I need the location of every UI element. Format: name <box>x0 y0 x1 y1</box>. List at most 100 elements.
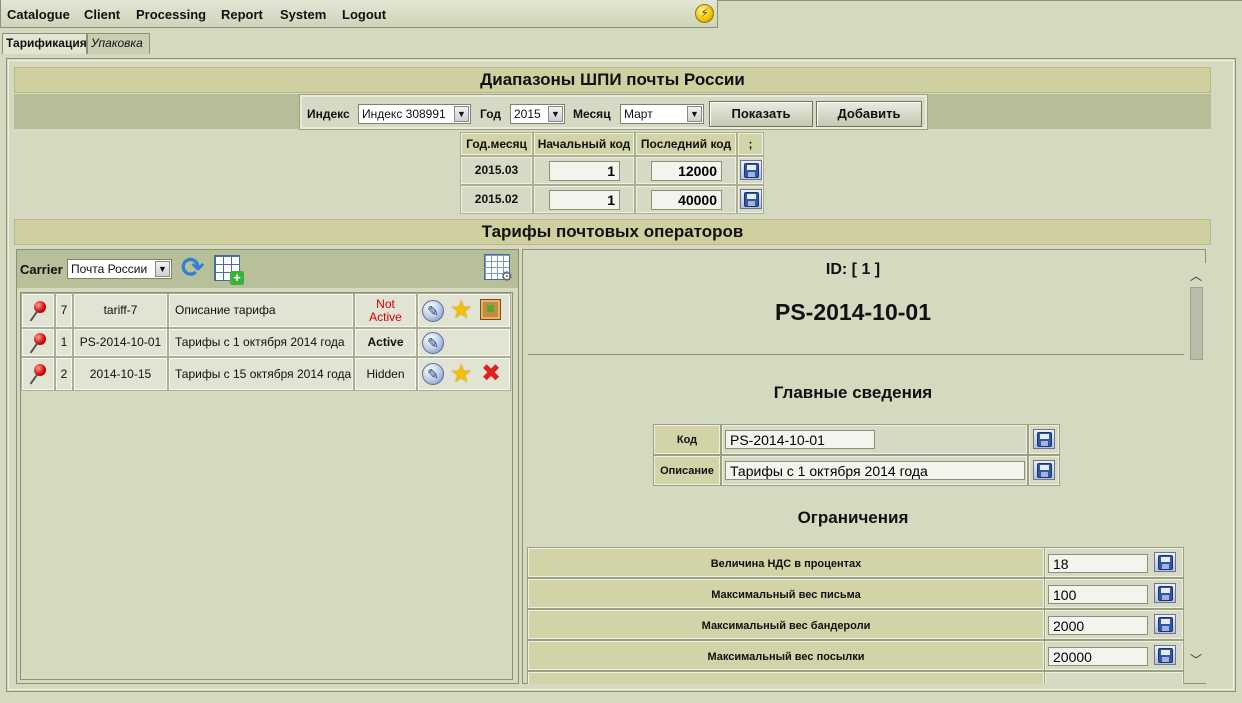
month-select[interactable]: Март ▼ <box>620 104 704 124</box>
year-select[interactable]: 2015 ▼ <box>510 104 565 124</box>
start-code-cell: 1 <box>533 156 635 185</box>
code-cell: tariff-7 <box>73 293 168 328</box>
lightning-icon[interactable]: ⚡ <box>695 4 714 23</box>
save-button[interactable] <box>1154 645 1176 665</box>
star-icon[interactable]: ★ <box>450 362 472 387</box>
period-cell: 2015.03 <box>460 156 533 185</box>
chevron-down-icon: ▼ <box>548 106 563 122</box>
tab-packaging[interactable]: Упаковка <box>87 33 150 54</box>
start-code-input[interactable]: 1 <box>549 190 620 210</box>
detail-scrollbar[interactable]: ︿ ﹀ <box>1187 263 1206 683</box>
column-header: Последний код <box>635 132 737 156</box>
chevron-down-icon: ▼ <box>454 106 469 122</box>
limit-input[interactable]: 18 <box>1048 554 1148 573</box>
start-code-input[interactable]: 1 <box>549 161 620 181</box>
limit-value-cell: 2000 <box>1044 609 1184 640</box>
carrier-label: Carrier <box>20 262 63 277</box>
add-button[interactable]: Добавить <box>816 101 922 127</box>
save-button[interactable] <box>740 160 762 180</box>
carrier-bar: Carrier Почта России ▼ ⟳ + ⚙ <box>17 250 518 288</box>
index-select[interactable]: Индекс 308991 ▼ <box>358 104 471 124</box>
limit-label: Максимальный вес бандероли <box>527 609 1045 640</box>
code-cell: 2014-10-15 <box>73 357 168 391</box>
code-label: Код <box>653 424 721 455</box>
limit-input[interactable]: 2000 <box>1048 616 1148 635</box>
filter-box: Индекс Индекс 308991 ▼ Год 2015 ▼ Месяц … <box>299 94 928 130</box>
actions-cell: ✎ ★ ✖ <box>417 357 511 391</box>
pin-cell <box>21 293 55 328</box>
pushpin-icon[interactable] <box>29 363 47 385</box>
floppy-save-icon <box>1037 463 1052 478</box>
start-code-cell: 1 <box>533 185 635 214</box>
show-button[interactable]: Показать <box>709 101 813 127</box>
menu-bar: Catalogue Client Processing Report Syste… <box>0 0 718 28</box>
floppy-save-icon <box>1158 586 1173 601</box>
floppy-save-icon <box>1037 432 1052 447</box>
limit-value-cell: 18 <box>1044 547 1184 578</box>
limit-input[interactable]: 20000 <box>1048 647 1148 666</box>
tab-tarification[interactable]: Тарификация <box>2 33 87 54</box>
index-label: Индекс <box>307 107 350 121</box>
delete-icon[interactable]: ✖ <box>481 362 501 386</box>
save-button[interactable] <box>1033 429 1055 449</box>
save-cell <box>737 156 764 185</box>
limit-label: Величина НДС в процентах <box>527 547 1045 578</box>
edit-icon[interactable]: ✎ <box>422 300 444 322</box>
menu-client[interactable]: Client <box>84 7 120 22</box>
add-table-icon[interactable]: + <box>214 255 244 285</box>
edit-icon[interactable]: ✎ <box>422 363 444 385</box>
chevron-down-icon[interactable]: ﹀ <box>1190 651 1202 668</box>
table-settings-icon[interactable]: ⚙ <box>484 254 513 283</box>
status-cell: Active <box>354 328 417 357</box>
save-button[interactable] <box>1033 460 1055 480</box>
table-row[interactable]: 2 2014-10-15 Тарифы с 15 октября 2014 го… <box>21 357 512 391</box>
chevron-up-icon[interactable]: ︿ <box>1190 267 1202 284</box>
menu-processing[interactable]: Processing <box>136 7 206 22</box>
carrier-select[interactable]: Почта России ▼ <box>67 259 172 279</box>
tariff-table: 7 tariff-7 Описание тарифа Not Active ✎ … <box>20 292 513 680</box>
end-code-input[interactable]: 12000 <box>651 161 722 181</box>
chevron-down-icon: ▼ <box>155 261 170 277</box>
end-code-input[interactable]: 40000 <box>651 190 722 210</box>
menu-logout[interactable]: Logout <box>342 7 386 22</box>
column-header: Начальный код <box>533 132 635 156</box>
table-row[interactable]: 7 tariff-7 Описание тарифа Not Active ✎ … <box>21 293 512 328</box>
code-input[interactable]: PS-2014-10-01 <box>725 430 875 449</box>
limit-input[interactable]: 100 <box>1048 585 1148 604</box>
floppy-save-icon <box>744 163 759 178</box>
description-label: Описание <box>653 455 721 486</box>
refresh-icon[interactable]: ⟳ <box>181 252 204 284</box>
scroll-thumb[interactable] <box>1190 287 1203 360</box>
package-icon[interactable] <box>480 299 501 320</box>
save-button[interactable] <box>740 189 762 209</box>
menu-report[interactable]: Report <box>221 7 263 22</box>
table-row[interactable]: 1 PS-2014-10-01 Тарифы с 1 октября 2014 … <box>21 328 512 357</box>
menu-catalogue[interactable]: Catalogue <box>7 7 70 22</box>
period-cell: 2015.02 <box>460 185 533 214</box>
column-header: ; <box>737 132 764 156</box>
save-button[interactable] <box>1154 614 1176 634</box>
month-select-value: Март <box>624 107 653 121</box>
description-value-cell: Тарифы с 1 октября 2014 года <box>721 455 1028 486</box>
divider <box>528 354 1184 355</box>
code-cell: PS-2014-10-01 <box>73 328 168 357</box>
star-icon[interactable]: ★ <box>450 298 472 323</box>
save-button[interactable] <box>1154 552 1176 572</box>
limits-heading: Ограничения <box>797 508 909 527</box>
chevron-down-icon: ▼ <box>687 106 702 122</box>
limit-value-cell: 20000 <box>1044 640 1184 671</box>
tariff-list-panel: Carrier Почта России ▼ ⟳ + ⚙ 7 tariff-7 … <box>16 249 519 684</box>
save-button[interactable] <box>1154 583 1176 603</box>
pin-cell <box>21 328 55 357</box>
index-select-value: Индекс 308991 <box>362 107 446 121</box>
pushpin-icon[interactable] <box>29 332 47 354</box>
detail-id: ID: [ 1 ] <box>825 261 881 278</box>
pushpin-icon[interactable] <box>29 300 47 322</box>
menu-system[interactable]: System <box>280 7 326 22</box>
column-header: Год.месяц <box>460 132 533 156</box>
edit-icon[interactable]: ✎ <box>422 332 444 354</box>
range-section-title: Диапазоны ШПИ почты России <box>14 67 1211 93</box>
year-select-value: 2015 <box>514 107 541 121</box>
description-input[interactable]: Тарифы с 1 октября 2014 года <box>725 461 1025 480</box>
code-value-cell: PS-2014-10-01 <box>721 424 1028 455</box>
